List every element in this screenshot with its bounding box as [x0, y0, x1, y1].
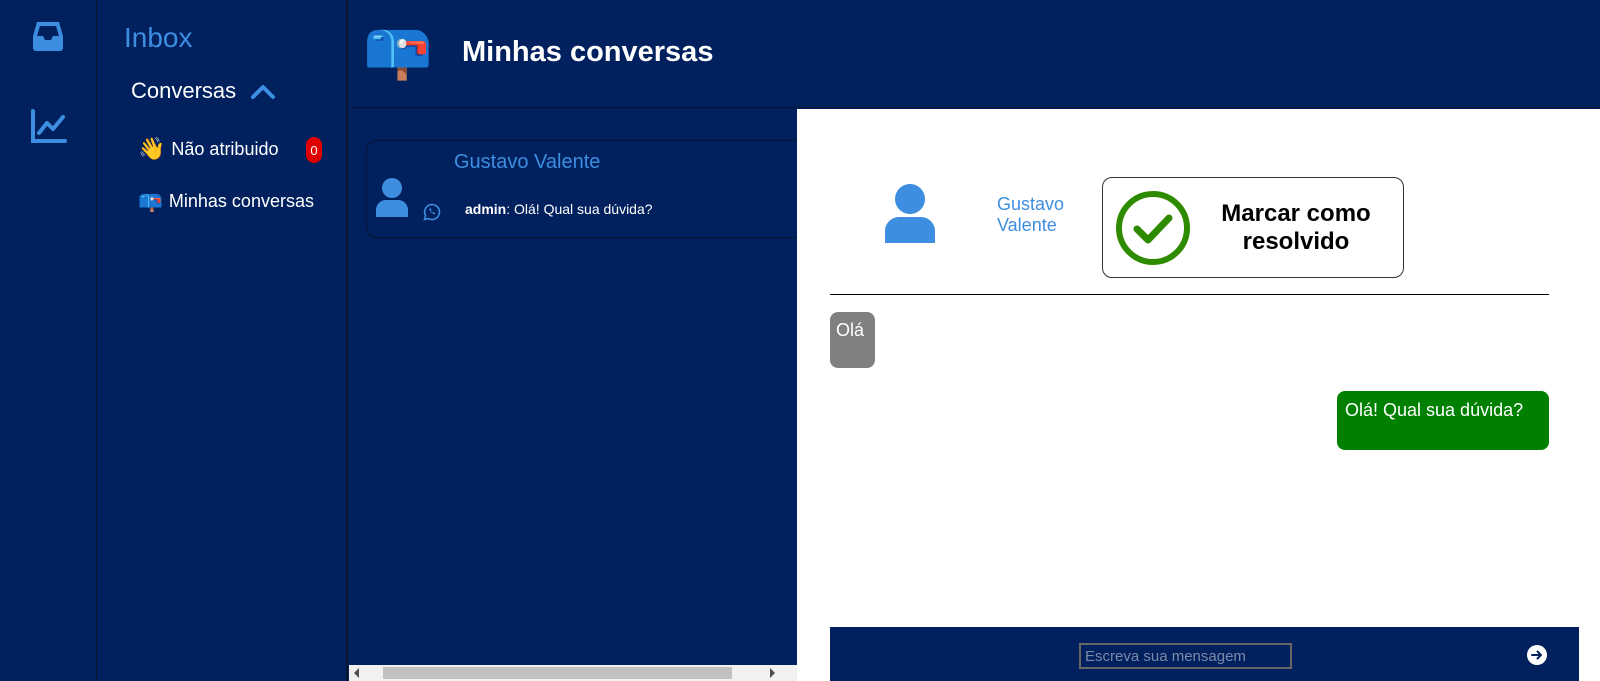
conversations-toggle[interactable]: Conversas: [131, 78, 276, 104]
conversation-contact-name: Gustavo Valente: [454, 151, 601, 173]
check-circle-icon: [1116, 191, 1190, 265]
outgoing-message: Olá! Qual sua dúvida?: [1337, 391, 1549, 450]
horizontal-scrollbar[interactable]: [349, 665, 797, 681]
inbox-icon[interactable]: [24, 12, 72, 60]
chevron-up-icon: [251, 85, 276, 99]
message-input[interactable]: [1079, 643, 1292, 669]
conversation-preview: admin: Olá! Qual sua dúvida?: [465, 201, 653, 217]
scrollbar-thumb[interactable]: [383, 667, 732, 679]
mark-resolved-label: Marcar como resolvido: [1221, 200, 1371, 255]
contact-avatar-icon: [885, 184, 935, 243]
incoming-message: Olá: [830, 312, 875, 368]
sidebar: Inbox Conversas 👋 Não atribuido 0 📪 Minh…: [98, 0, 348, 681]
waving-hand-icon: 👋: [138, 136, 166, 161]
mark-resolved-button[interactable]: Marcar como resolvido: [1102, 177, 1404, 278]
chat-panel: Gustavo Valente Marcar como resolvido Ol…: [797, 109, 1600, 681]
chat-contact-name: Gustavo Valente: [997, 194, 1065, 235]
chat-divider: [830, 294, 1549, 295]
page-header: 📪 Minhas conversas: [349, 0, 1600, 108]
chart-line-icon[interactable]: [24, 102, 72, 150]
message-composer: [830, 627, 1579, 681]
sidebar-title: Inbox: [124, 22, 193, 53]
whatsapp-icon: [423, 203, 441, 221]
send-button[interactable]: [1527, 645, 1547, 665]
sidebar-item-minhas-conversas[interactable]: 📪 Minhas conversas: [138, 189, 314, 214]
arrow-right-icon: [1531, 650, 1542, 660]
scroll-left-arrow-icon[interactable]: [352, 668, 362, 678]
unassigned-count-badge: 0: [306, 137, 322, 163]
mailbox-icon: 📪: [138, 191, 163, 213]
sidebar-item-label: Não atribuido: [171, 138, 279, 159]
conversation-card[interactable]: Gustavo Valente admin: Olá! Qual sua dúv…: [366, 140, 806, 238]
user-avatar-icon: [376, 178, 408, 217]
app-rail: [0, 0, 97, 681]
conversation-list: Gustavo Valente admin: Olá! Qual sua dúv…: [349, 109, 806, 681]
sidebar-item-nao-atribuido[interactable]: 👋 Não atribuido: [138, 136, 278, 162]
conversations-label: Conversas: [131, 78, 237, 103]
last-message: : Olá! Qual sua dúvida?: [506, 201, 653, 217]
sidebar-item-label: Minhas conversas: [168, 191, 314, 211]
scroll-right-arrow-icon[interactable]: [767, 668, 777, 678]
last-sender: admin: [465, 201, 507, 217]
page-title: Minhas conversas: [462, 36, 714, 68]
mailbox-icon: 📪: [363, 18, 433, 81]
